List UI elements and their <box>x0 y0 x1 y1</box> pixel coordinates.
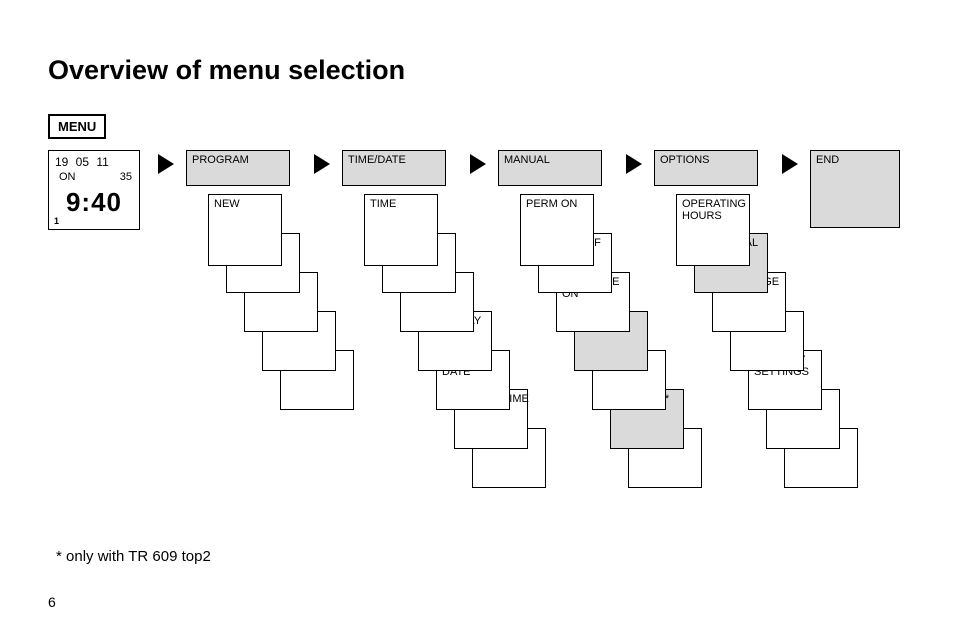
submenu-item-label: OPERATING HOURS <box>682 198 746 222</box>
submenu-item: PERM ON <box>520 194 594 266</box>
arrow-icon <box>470 154 486 174</box>
submenu-item-label: PERM ON <box>526 198 577 210</box>
page-number: 6 <box>48 594 56 610</box>
arrow-icon <box>314 154 330 174</box>
submenu-item-label: NEW <box>214 198 240 210</box>
lcd-state: ON <box>59 171 76 183</box>
menu-program-label: PROGRAM <box>192 154 249 166</box>
footnote: * only with TR 609 top2 <box>56 548 211 565</box>
menu-manual: MANUAL <box>498 150 602 186</box>
menu-manual-label: MANUAL <box>504 154 550 166</box>
page-title: Overview of menu selection <box>48 55 405 86</box>
lcd-time: 9:40 <box>49 187 139 218</box>
arrow-icon <box>626 154 642 174</box>
menu-options-label: OPTIONS <box>660 154 710 166</box>
menu-options: OPTIONS <box>654 150 758 186</box>
menu-end: END <box>810 150 900 228</box>
lcd-channel: 1 <box>54 216 59 226</box>
submenu-item: OPERATING HOURS <box>676 194 750 266</box>
menu-end-label: END <box>816 154 839 166</box>
page: Overview of menu selection MENU 19 05 11… <box>0 0 954 643</box>
arrow-icon <box>782 154 798 174</box>
menu-timedate: TIME/DATE <box>342 150 446 186</box>
lcd-date: 19 05 11 <box>55 155 109 169</box>
submenu-item: TIME <box>364 194 438 266</box>
menu-label: MENU <box>48 114 106 139</box>
menu-timedate-label: TIME/DATE <box>348 154 406 166</box>
submenu-item-label: TIME <box>370 198 396 210</box>
submenu-item: NEW <box>208 194 282 266</box>
menu-program: PROGRAM <box>186 150 290 186</box>
lcd-display: 19 05 11 ON 35 9:40 1 <box>48 150 140 230</box>
arrow-icon <box>158 154 174 174</box>
lcd-seconds: 35 <box>120 171 132 183</box>
